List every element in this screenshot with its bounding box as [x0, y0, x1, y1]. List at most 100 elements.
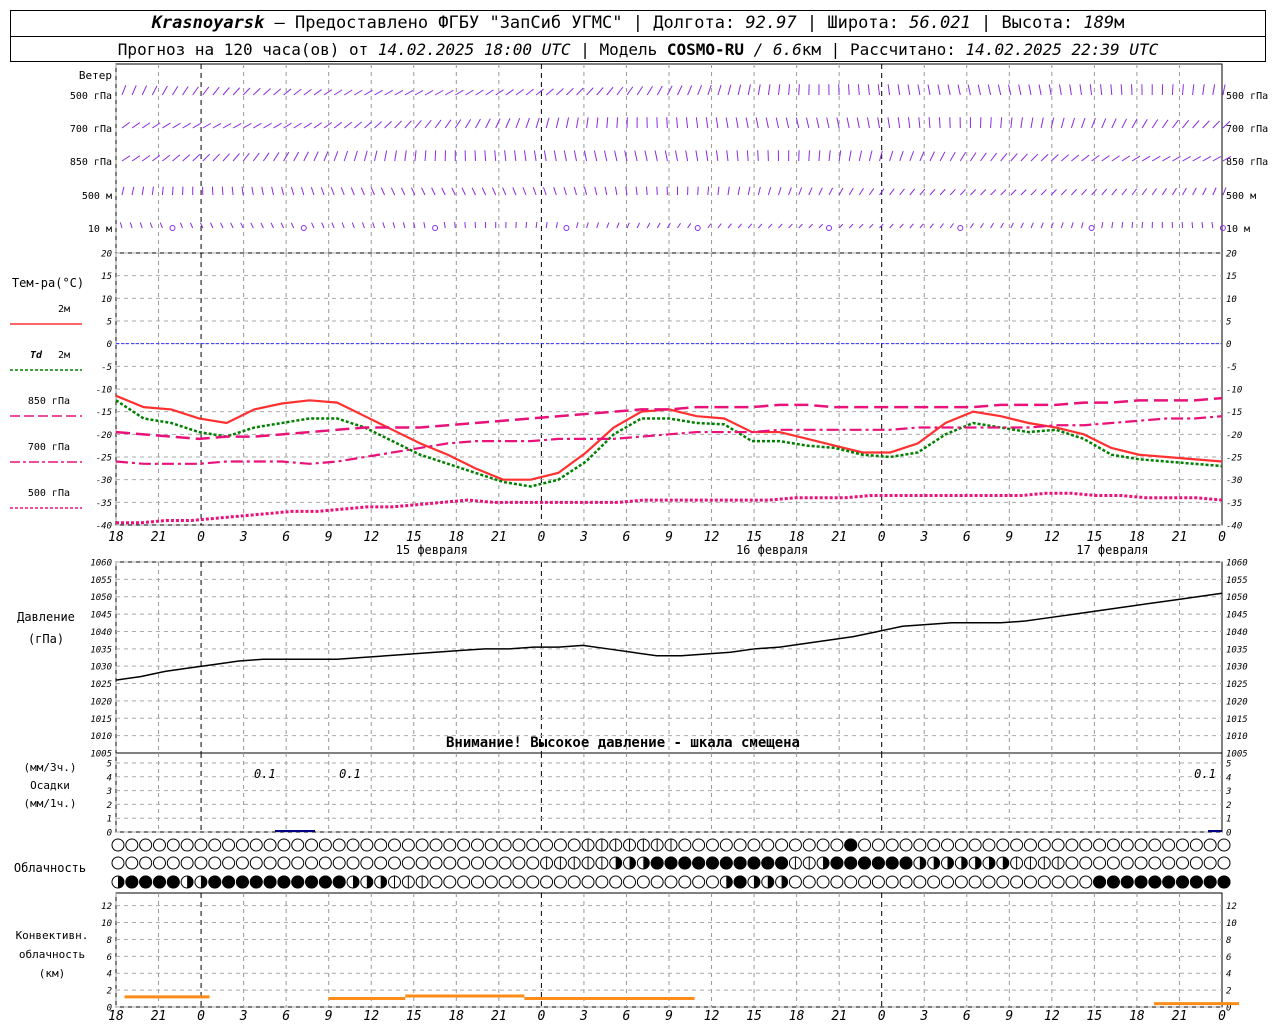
wind-barb: [343, 89, 353, 96]
wind-barb: [410, 187, 416, 196]
wind-barb: [737, 84, 742, 96]
conv-hour-label: 18: [1129, 1009, 1145, 1024]
wind-barb: [392, 222, 396, 229]
cloud-circle: [222, 856, 236, 870]
press-tick-left: 1015: [90, 715, 112, 725]
wind-barb: [303, 88, 312, 96]
press-tick-left: 1005: [90, 750, 112, 760]
wind-barb: [735, 117, 739, 129]
temp-tick-right: -25: [1226, 454, 1242, 464]
wind-barb: [404, 150, 407, 162]
wind-barb: [715, 150, 719, 162]
wind-barb: [868, 150, 873, 162]
wind-barb: [1172, 119, 1179, 129]
wind-barb: [495, 118, 501, 129]
precip-label: 0.1: [1194, 767, 1216, 781]
wind-barb: [1161, 188, 1167, 196]
cloud-circle: [623, 875, 637, 889]
conv-title-2: облачность: [19, 948, 85, 961]
wind-barb: [1000, 152, 1008, 162]
cloud-circle: [719, 838, 733, 852]
cloud-fill: [775, 856, 789, 870]
cloud-circle: [180, 856, 194, 870]
temp-tick-left: 20: [101, 250, 112, 260]
wind-barb: [210, 222, 214, 229]
wind-barb: [869, 223, 874, 229]
wind-barb: [987, 84, 992, 96]
wind-barb: [644, 150, 648, 162]
wind-barb: [1070, 222, 1074, 229]
cloud-fill: [263, 875, 277, 889]
conv-hour-label: 6: [963, 1009, 971, 1024]
temp-tick-right: 20: [1226, 250, 1237, 260]
wind-barb: [182, 86, 189, 96]
wind-barb: [705, 150, 709, 162]
wind-barb: [545, 222, 548, 229]
wind-barb: [394, 89, 404, 96]
wind-barb: [768, 223, 773, 229]
wind-barb: [222, 153, 230, 162]
wind-barb: [424, 119, 432, 129]
wind-barb: [525, 117, 530, 129]
wind-barb: [656, 85, 663, 96]
wind-barb: [877, 84, 880, 96]
wind-barb: [685, 117, 689, 129]
cloud-circle: [844, 875, 858, 889]
wind-barb: [532, 187, 537, 196]
wind-barb: [141, 155, 151, 162]
wind-barb: [947, 84, 951, 96]
cloud-fill: [235, 875, 249, 889]
wind-barb: [119, 222, 123, 229]
temp-hour-label: 21: [491, 530, 507, 545]
cloud-circle: [982, 875, 996, 889]
wind-barb: [929, 188, 936, 196]
temp-tick-right: 0: [1226, 340, 1231, 350]
cloud-circle: [1120, 838, 1134, 852]
conv-tick-left: 6: [107, 953, 112, 963]
wind-barb: [261, 186, 264, 196]
cloud-circle: [1010, 875, 1024, 889]
wind-barb: [1101, 222, 1104, 229]
cloud-circle: [788, 838, 802, 852]
wind-barb: [141, 186, 145, 196]
wind-barb: [576, 222, 579, 229]
cloud-circle: [871, 875, 885, 889]
wind-barb: [465, 89, 474, 96]
temp-tick-left: 5: [107, 318, 112, 328]
wind-barb: [737, 186, 741, 196]
temp-legend-label: 850 гПа: [28, 396, 70, 407]
wind-barb: [1010, 153, 1018, 162]
temp-tick-left: 10: [101, 295, 112, 305]
wind-barb: [192, 154, 201, 162]
precip-tick-right: 1: [1226, 815, 1231, 825]
wind-barb: [553, 150, 557, 162]
wind-barb: [897, 117, 901, 129]
wind-barb: [746, 150, 749, 162]
precip-tick-right: 0: [1226, 829, 1231, 839]
wind-barb: [939, 151, 946, 162]
wind-barb: [1020, 117, 1023, 129]
wind-barb: [838, 223, 844, 229]
wind-barb: [1040, 222, 1044, 229]
wind-barb: [1121, 188, 1128, 196]
wind-barb: [707, 223, 712, 229]
wind-barb: [757, 150, 759, 162]
wind-barb: [1081, 222, 1084, 229]
wind-barb: [697, 85, 702, 96]
wind-barb: [542, 187, 547, 196]
wind-barb: [374, 89, 383, 96]
conv-hour-label: 3: [579, 1009, 588, 1024]
precip-tick-right: 5: [1226, 760, 1231, 770]
cloud-fill: [933, 857, 940, 869]
wind-level-label-right: 500 гПа: [1226, 91, 1268, 102]
wind-barb: [331, 222, 335, 229]
wind-barb: [250, 222, 254, 229]
wind-barb: [1069, 84, 1072, 96]
conv-hour-label: 3: [239, 1009, 248, 1024]
wind-barb: [293, 88, 302, 96]
wind-barb: [504, 150, 507, 162]
wind-barb: [717, 223, 722, 229]
conv-hour-label: 3: [919, 1009, 928, 1024]
temp-tick-left: -15: [96, 408, 112, 418]
wind-barb: [1030, 222, 1034, 229]
